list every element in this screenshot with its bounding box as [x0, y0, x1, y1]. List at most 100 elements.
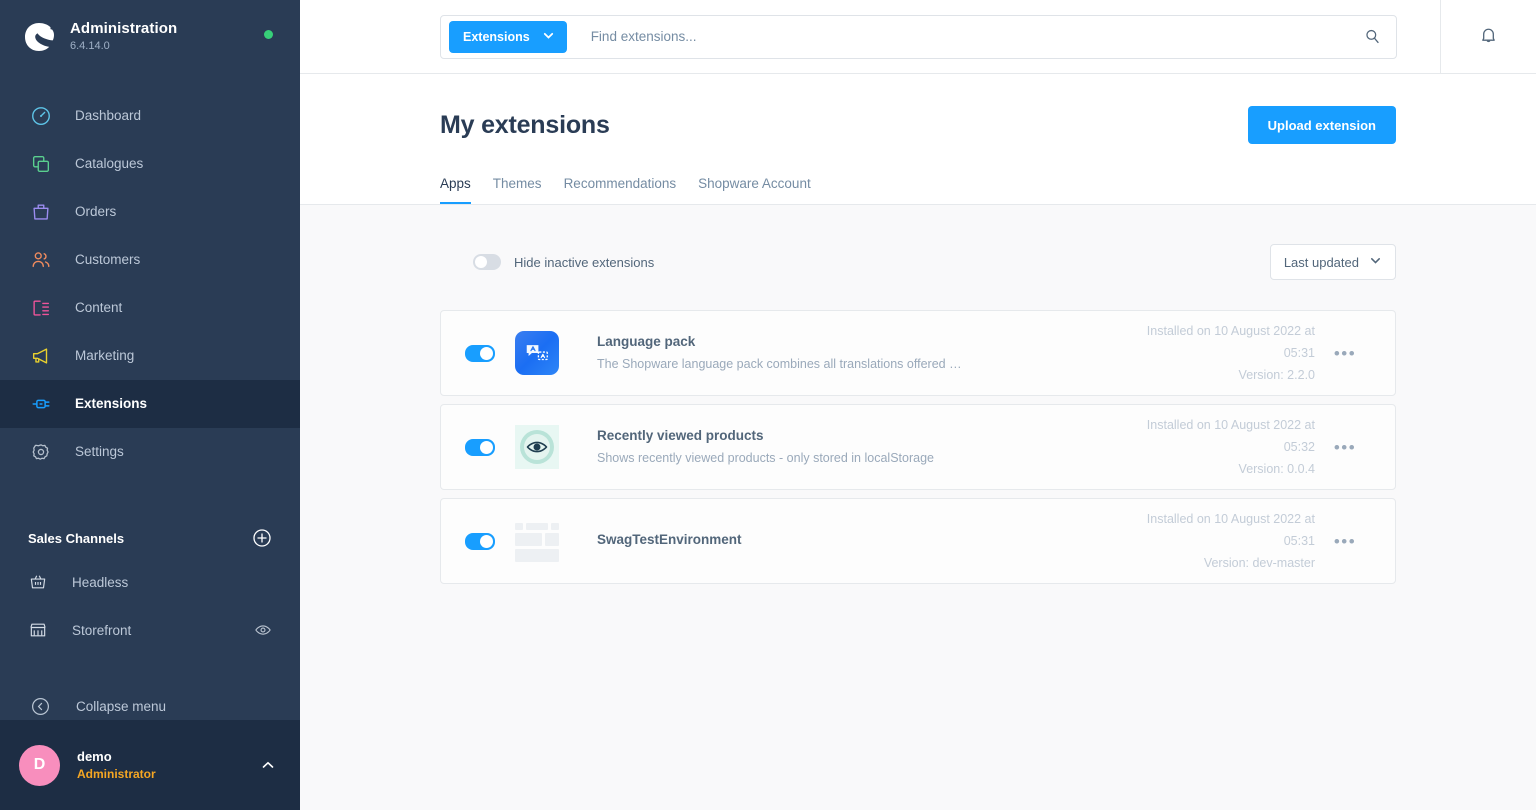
admin-app: Administration 6.4.14.0 Dashboard Catalo… — [0, 0, 1536, 810]
upload-extension-button[interactable]: Upload extension — [1247, 106, 1396, 144]
sidebar-item-label: Marketing — [75, 348, 135, 364]
page-title: My extensions — [440, 110, 610, 139]
shopware-logo-icon — [22, 20, 56, 54]
placeholder-skeleton-icon — [515, 519, 559, 563]
extension-tabs: Apps Themes Recommendations Shopware Acc… — [440, 176, 1396, 204]
sort-label: Last updated — [1283, 254, 1359, 270]
tab-apps[interactable]: Apps — [440, 176, 471, 204]
sidebar-item-label: Dashboard — [75, 108, 142, 124]
extension-active-toggle[interactable] — [465, 438, 515, 456]
chevron-down-icon — [1369, 254, 1382, 270]
extension-meta: Installed on 10 August 2022 at 05:31 Ver… — [1015, 320, 1315, 386]
status-dot-online-icon — [264, 30, 273, 39]
context-menu-dots-icon[interactable]: ••• — [1334, 345, 1356, 362]
extension-version: Version: dev-master — [1203, 556, 1315, 570]
recently-viewed-eye-icon — [515, 425, 559, 469]
customers-people-icon — [28, 247, 54, 273]
tab-recommendations[interactable]: Recommendations — [564, 176, 677, 204]
sort-dropdown[interactable]: Last updated — [1269, 244, 1396, 280]
settings-gear-icon — [28, 439, 54, 465]
user-menu[interactable]: D demo Administrator — [0, 720, 300, 810]
extension-card[interactable]: SwagTestEnvironment Installed on 10 Augu… — [440, 498, 1396, 584]
sidebar-item-content[interactable]: Content — [0, 284, 300, 332]
sidebar-item-customers[interactable]: Customers — [0, 236, 300, 284]
context-menu-dots-icon[interactable]: ••• — [1334, 533, 1356, 550]
toggle-switch[interactable] — [465, 344, 495, 362]
hide-inactive-label: Hide inactive extensions — [514, 254, 655, 270]
user-role: Administrator — [77, 766, 156, 781]
sidebar-item-dashboard[interactable]: Dashboard — [0, 92, 300, 140]
collapse-menu-label: Collapse menu — [76, 698, 167, 714]
hide-inactive-toggle[interactable]: Hide inactive extensions — [440, 254, 1270, 270]
extension-active-toggle[interactable] — [465, 532, 515, 550]
sidebar-brand[interactable]: Administration 6.4.14.0 — [0, 0, 300, 74]
installed-date-line1: Installed on 10 August 2022 at — [1146, 324, 1315, 338]
extension-name: Language pack — [597, 334, 696, 349]
search-icon[interactable] — [1354, 19, 1390, 55]
avatar: D — [19, 744, 60, 786]
sidebar-item-label: Orders — [75, 204, 117, 220]
language-pack-icon — [515, 331, 559, 375]
sidebar-item-headless[interactable]: Headless — [0, 558, 300, 606]
extension-description: The Shopware language pack combines all … — [597, 357, 967, 371]
top-bar: Extensions — [300, 0, 1536, 74]
chevron-left-circle-icon — [27, 693, 53, 719]
sidebar-item-label: Catalogues — [75, 156, 144, 172]
sidebar-app-title: Administration — [70, 20, 178, 37]
filter-row: Hide inactive extensions Last updated — [440, 205, 1396, 280]
sales-channels-header: Sales Channels — [0, 518, 300, 558]
notifications-button[interactable] — [1440, 0, 1536, 74]
sales-channels-title: Sales Channels — [28, 530, 125, 546]
sidebar-item-label: Extensions — [75, 396, 148, 412]
catalogues-copy-icon — [28, 151, 54, 177]
main-sidebar: Administration 6.4.14.0 Dashboard Catalo… — [0, 0, 300, 810]
sidebar-item-extensions[interactable]: Extensions — [0, 380, 300, 428]
chevron-down-icon — [542, 29, 555, 45]
add-sales-channel-icon[interactable] — [252, 528, 272, 548]
tab-shopware-account[interactable]: Shopware Account — [698, 176, 811, 204]
installed-date-line2: 05:31 — [1283, 346, 1315, 360]
basket-icon — [26, 570, 50, 594]
sidebar-item-marketing[interactable]: Marketing — [0, 332, 300, 380]
toggle-switch[interactable] — [473, 254, 501, 270]
storefront-icon — [26, 618, 50, 642]
main-area: Extensions Find extensions... My extensi… — [300, 0, 1536, 810]
sidebar-item-orders[interactable]: Orders — [0, 188, 300, 236]
chevron-up-icon[interactable] — [260, 757, 276, 773]
dashboard-gauge-icon — [28, 103, 54, 129]
orders-bag-icon — [28, 199, 54, 225]
installed-date-line2: 05:31 — [1283, 534, 1315, 548]
sidebar-item-label: Headless — [72, 574, 129, 590]
sidebar-item-label: Customers — [75, 252, 141, 268]
sidebar-item-label: Storefront — [72, 622, 132, 638]
content-area: Hide inactive extensions Last updated La… — [300, 205, 1536, 810]
sidebar-app-version: 6.4.14.0 — [70, 40, 110, 52]
search-scope-button[interactable]: Extensions — [449, 20, 567, 53]
extension-list: Language pack The Shopware language pack… — [440, 310, 1396, 624]
extension-active-toggle[interactable] — [465, 344, 515, 362]
installed-date-line1: Installed on 10 August 2022 at — [1146, 418, 1315, 432]
marketing-megaphone-icon — [28, 343, 54, 369]
extension-card[interactable]: Language pack The Shopware language pack… — [440, 310, 1396, 396]
eye-icon[interactable] — [254, 621, 272, 639]
sidebar-item-label: Content — [75, 300, 123, 316]
sidebar-item-catalogues[interactable]: Catalogues — [0, 140, 300, 188]
search-scope-label: Extensions — [463, 29, 530, 44]
search-input[interactable] — [566, 29, 1354, 44]
extension-meta: Installed on 10 August 2022 at 05:32 Ver… — [1015, 414, 1315, 480]
sidebar-item-settings[interactable]: Settings — [0, 428, 300, 476]
extension-card[interactable]: Recently viewed products Shows recently … — [440, 404, 1396, 490]
context-menu-dots-icon[interactable]: ••• — [1334, 439, 1356, 456]
extensions-plug-icon — [28, 391, 54, 417]
sidebar-item-storefront[interactable]: Storefront — [0, 606, 300, 654]
toggle-switch[interactable] — [465, 532, 495, 550]
installed-date-line1: Installed on 10 August 2022 at — [1146, 512, 1315, 526]
content-layout-icon — [28, 295, 54, 321]
extension-description: Shows recently viewed products - only st… — [597, 451, 934, 465]
extension-version: Version: 2.2.0 — [1238, 368, 1315, 382]
page-header: My extensions Upload extension Apps Them… — [300, 74, 1536, 205]
toggle-switch[interactable] — [465, 438, 495, 456]
tab-themes[interactable]: Themes — [493, 176, 542, 204]
installed-date-line2: 05:32 — [1283, 440, 1315, 454]
user-name: demo — [77, 748, 112, 764]
